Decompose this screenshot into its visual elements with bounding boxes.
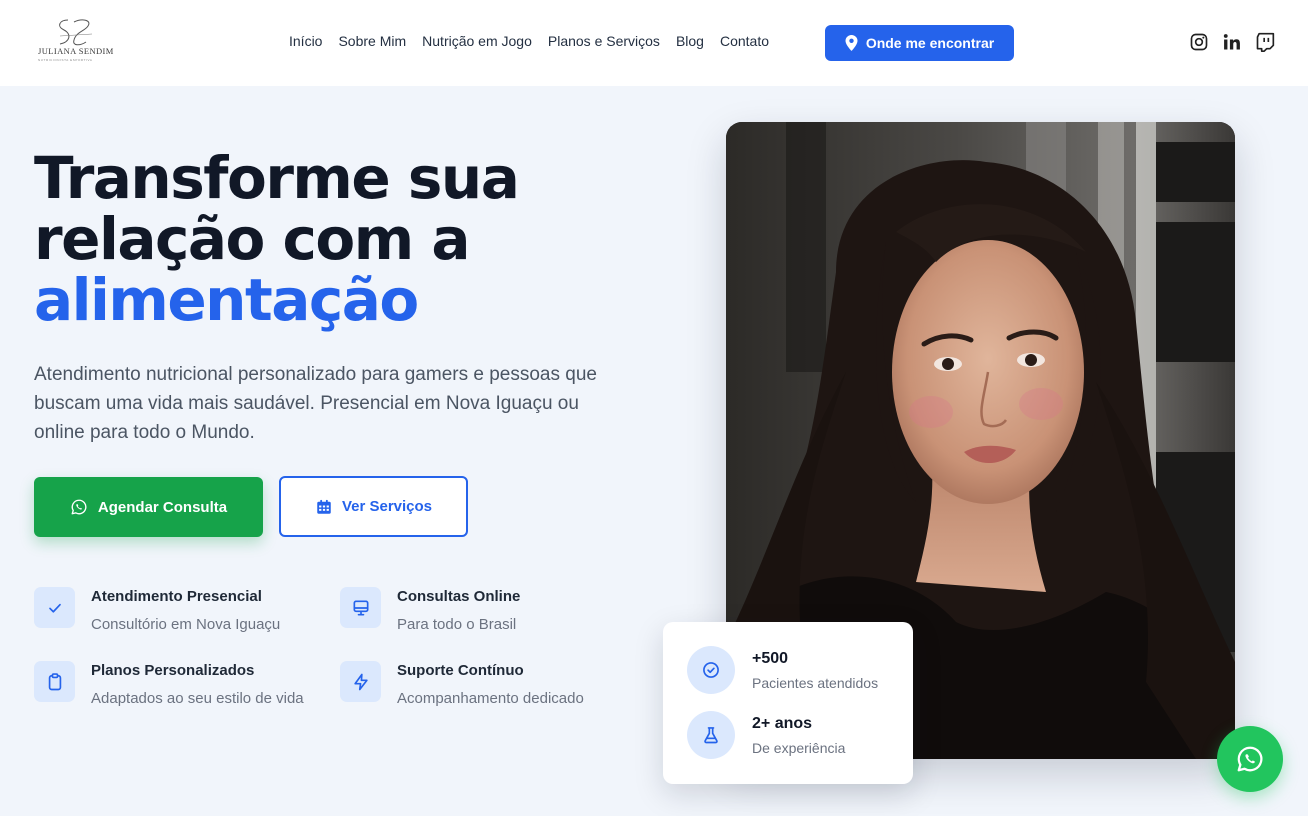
check-circle-icon (703, 662, 719, 678)
feature-description: Para todo o Brasil (397, 616, 517, 633)
nav-link-contato[interactable]: Contato (720, 33, 769, 49)
clipboard-icon (48, 672, 61, 690)
brand-name: JULIANA SENDIM (38, 46, 114, 56)
find-me-label: Onde me encontrar (865, 35, 995, 51)
check-icon (48, 603, 61, 613)
whatsapp-icon (1237, 746, 1263, 772)
hero-headline: Transforme sua relação com a alimentação (34, 148, 634, 331)
twitch-link[interactable] (1254, 31, 1276, 53)
nav-link-inicio[interactable]: Início (289, 33, 322, 49)
stat-experience-value: 2+ anos (752, 715, 813, 732)
flask-icon (704, 727, 718, 744)
whatsapp-float-button[interactable] (1217, 726, 1283, 792)
linkedin-icon (1223, 34, 1240, 50)
feature-description: Acompanhamento dedicado (397, 690, 584, 707)
top-navbar: JULIANA SENDIM NUTRICIONISTA ESPORTIVA I… (0, 0, 1308, 86)
bolt-icon (353, 673, 368, 690)
nav-link-planos-servicos[interactable]: Planos e Serviços (548, 33, 660, 49)
map-pin-icon (845, 35, 858, 51)
hero-headline-line-2: relação com a (34, 205, 471, 273)
nav-link-nutricao-em-jogo[interactable]: Nutrição em Jogo (422, 33, 532, 49)
main-menu: Início Sobre Mim Nutrição em Jogo Planos… (289, 33, 769, 49)
stat-experience-label: De experiência (752, 740, 846, 756)
hero-headline-accent: alimentação (34, 266, 419, 334)
stat-patients-label: Pacientes atendidos (752, 675, 879, 691)
linkedin-link[interactable] (1221, 31, 1243, 53)
hero-headline-line-1: Transforme sua (34, 144, 520, 212)
calendar-icon (317, 499, 331, 514)
feature-description: Adaptados ao seu estilo de vida (91, 690, 304, 707)
stat-patients-value: +500 (752, 650, 789, 667)
twitch-icon (1256, 32, 1275, 52)
feature-title: Suporte Contínuo (397, 662, 524, 679)
whatsapp-icon (71, 499, 87, 515)
nav-link-sobre-mim[interactable]: Sobre Mim (338, 33, 406, 49)
hero-description: Atendimento nutricional personalizado pa… (34, 364, 597, 443)
stats-card: +500 Pacientes atendidos 2+ anos De expe… (663, 622, 913, 784)
view-services-label: Ver Serviços (341, 498, 433, 515)
brand-tagline: NUTRICIONISTA ESPORTIVA (38, 58, 93, 62)
feature-title: Consultas Online (397, 588, 521, 605)
feature-title: Atendimento Presencial (91, 588, 262, 605)
feature-description: Consultório em Nova Iguaçu (91, 616, 281, 633)
instagram-link[interactable] (1188, 31, 1210, 53)
instagram-icon (1190, 33, 1208, 51)
feature-title: Planos Personalizados (91, 662, 255, 679)
schedule-consultation-button[interactable]: Agendar Consulta (34, 477, 263, 537)
monitor-icon (353, 600, 368, 615)
schedule-consultation-label: Agendar Consulta (97, 498, 228, 516)
view-services-button[interactable]: Ver Serviços (279, 476, 468, 537)
nav-link-blog[interactable]: Blog (676, 33, 704, 49)
find-me-button[interactable]: Onde me encontrar (825, 25, 1014, 61)
